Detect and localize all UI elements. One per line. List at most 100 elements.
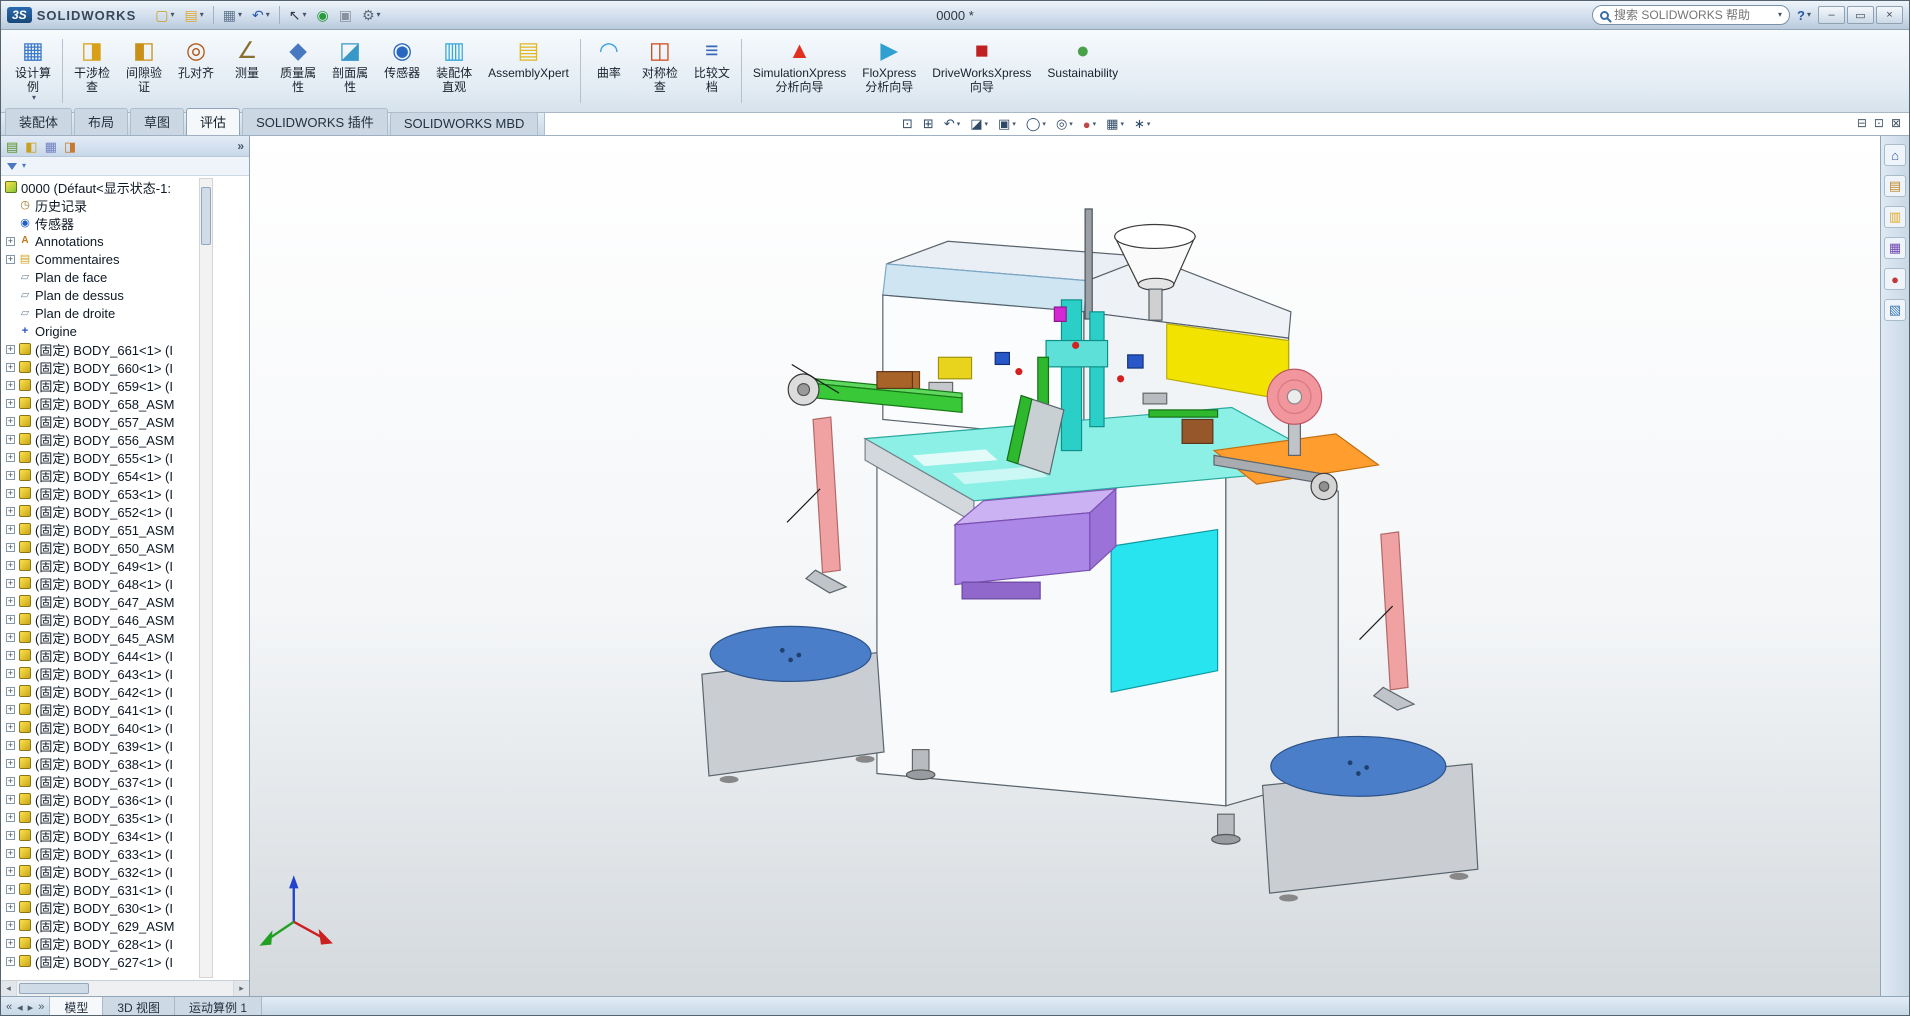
expand-icon[interactable]: [6, 777, 15, 786]
zoom-area-button[interactable]: ⊞: [920, 115, 937, 133]
solidworks-resources-icon[interactable]: ⌂: [1884, 144, 1906, 166]
scrollbar-thumb[interactable]: [19, 983, 89, 994]
scroll-right-button[interactable]: ▸: [28, 1001, 34, 1014]
expand-icon[interactable]: [6, 759, 15, 768]
clearance-verification-button[interactable]: ◧ 间隙验 证: [118, 33, 170, 109]
search-scope-caret-icon[interactable]: [1778, 11, 1782, 19]
displaymanager-tab[interactable]: ◨: [64, 140, 76, 153]
tab-3d-views[interactable]: 3D 视图: [103, 997, 175, 1016]
expand-icon[interactable]: [6, 957, 15, 966]
previous-view-button[interactable]: ↶: [941, 115, 963, 133]
left-turntable[interactable]: [702, 626, 884, 783]
options-button[interactable]: ⚙: [357, 4, 386, 26]
tab-assembly[interactable]: 装配体: [5, 108, 72, 135]
restore-button[interactable]: ▭: [1847, 6, 1874, 24]
tab-model[interactable]: 模型: [50, 997, 103, 1016]
expand-icon[interactable]: [6, 723, 15, 732]
expand-icon[interactable]: [6, 885, 15, 894]
view-settings-button[interactable]: ∗: [1131, 115, 1153, 133]
interference-check-button[interactable]: ◨ 干涉检 查: [66, 33, 118, 109]
left-reel-post[interactable]: [806, 417, 846, 593]
doc-close-button[interactable]: ⊠: [1891, 117, 1901, 129]
zoom-fit-button[interactable]: ⊡: [899, 115, 916, 133]
expand-icon[interactable]: [6, 417, 15, 426]
expand-icon[interactable]: [6, 705, 15, 714]
expand-icon[interactable]: [6, 435, 15, 444]
scroll-left-button[interactable]: ◂: [17, 1001, 23, 1014]
sustainability-button[interactable]: ● Sustainability: [1039, 33, 1126, 109]
scroll-last-button[interactable]: »: [38, 1001, 44, 1013]
tab-layout[interactable]: 布局: [74, 108, 128, 135]
tab-evaluate[interactable]: 评估: [186, 108, 240, 135]
expand-icon[interactable]: [6, 921, 15, 930]
expand-icon[interactable]: [6, 669, 15, 678]
expand-icon[interactable]: [6, 687, 15, 696]
right-turntable[interactable]: [1263, 736, 1478, 901]
featuremanager-tab[interactable]: ▤: [6, 140, 18, 153]
hide-show-items-button[interactable]: ◎: [1053, 115, 1076, 133]
expand-icon[interactable]: [6, 561, 15, 570]
doc-minimize-button[interactable]: ⊟: [1857, 117, 1867, 129]
hole-alignment-button[interactable]: ◎ 孔对齐: [170, 33, 222, 109]
expand-icon[interactable]: [6, 651, 15, 660]
file-explorer-icon[interactable]: ▥: [1884, 206, 1906, 228]
section-view-button[interactable]: ◪: [967, 115, 991, 133]
scroll-first-button[interactable]: «: [6, 1001, 12, 1013]
tab-sketch[interactable]: 草图: [130, 108, 184, 135]
sensors-button[interactable]: ◉ 传感器: [376, 33, 428, 109]
configurationmanager-tab[interactable]: ▦: [45, 140, 57, 153]
expand-icon[interactable]: [6, 345, 15, 354]
expand-icon[interactable]: [6, 543, 15, 552]
tree-vertical-scrollbar[interactable]: [199, 178, 213, 978]
tab-solidworks-addins[interactable]: SOLIDWORKS 插件: [242, 108, 388, 135]
expand-icon[interactable]: [6, 795, 15, 804]
simulationxpress-wizard-button[interactable]: ▲ SimulationXpress 分析向导: [745, 33, 854, 109]
edit-appearance-button[interactable]: ●: [1080, 116, 1099, 133]
scrollbar-track[interactable]: [17, 981, 233, 996]
expand-icon[interactable]: [6, 579, 15, 588]
close-button[interactable]: ×: [1876, 6, 1903, 24]
curvature-button[interactable]: ◠ 曲率: [584, 33, 634, 109]
expand-icon[interactable]: [6, 363, 15, 372]
new-document-button[interactable]: ▢: [150, 4, 179, 26]
expand-icon[interactable]: [6, 507, 15, 516]
expand-icon[interactable]: [6, 849, 15, 858]
expand-icon[interactable]: [6, 453, 15, 462]
graphics-viewport[interactable]: [250, 136, 1880, 996]
minimize-button[interactable]: –: [1818, 6, 1845, 24]
tab-motion-study[interactable]: 运动算例 1: [175, 997, 262, 1016]
measure-button[interactable]: ∠ 测量: [222, 33, 272, 109]
expand-icon[interactable]: [6, 237, 15, 246]
assembly-visualization-button[interactable]: ▥ 装配体 直观: [428, 33, 480, 109]
side-panel[interactable]: [1111, 530, 1217, 693]
right-reel-post[interactable]: [1374, 532, 1414, 710]
floxpress-wizard-button[interactable]: ▶ FloXpress 分析向导: [854, 33, 924, 109]
expand-icon[interactable]: [6, 903, 15, 912]
filter-caret-icon[interactable]: [22, 162, 26, 170]
scroll-right-arrow[interactable]: ▸: [233, 981, 249, 996]
view-orientation-button[interactable]: ▣: [995, 115, 1019, 133]
help-search-input[interactable]: [1614, 8, 1771, 22]
design-study-button[interactable]: ▦ 设计算 例: [7, 33, 59, 109]
select-button[interactable]: ↖: [284, 4, 312, 26]
expand-icon[interactable]: [6, 597, 15, 606]
3d-model-canvas[interactable]: [250, 136, 1880, 996]
design-library-icon[interactable]: ▤: [1884, 175, 1906, 197]
apply-scene-button[interactable]: ▦: [1103, 115, 1127, 133]
filter-funnel-icon[interactable]: [7, 163, 17, 170]
symmetry-check-button[interactable]: ◫ 对称检 查: [634, 33, 686, 109]
propertymanager-tab[interactable]: ◧: [25, 140, 37, 153]
expand-icon[interactable]: [6, 813, 15, 822]
mass-properties-button[interactable]: ◆ 质量属 性: [272, 33, 324, 109]
appearances-scenes-icon[interactable]: ●: [1884, 268, 1906, 290]
expand-icon[interactable]: [6, 831, 15, 840]
expand-icon[interactable]: [6, 939, 15, 948]
undo-button[interactable]: ↶: [247, 4, 275, 26]
assemblyxpert-button[interactable]: ▤ AssemblyXpert: [480, 33, 577, 109]
expand-icon[interactable]: [6, 633, 15, 642]
open-button[interactable]: ▤: [180, 4, 209, 26]
expand-icon[interactable]: [6, 867, 15, 876]
expand-icon[interactable]: [6, 381, 15, 390]
compare-documents-button[interactable]: ≡ 比较文 档: [686, 33, 738, 109]
expand-icon[interactable]: [6, 255, 15, 264]
